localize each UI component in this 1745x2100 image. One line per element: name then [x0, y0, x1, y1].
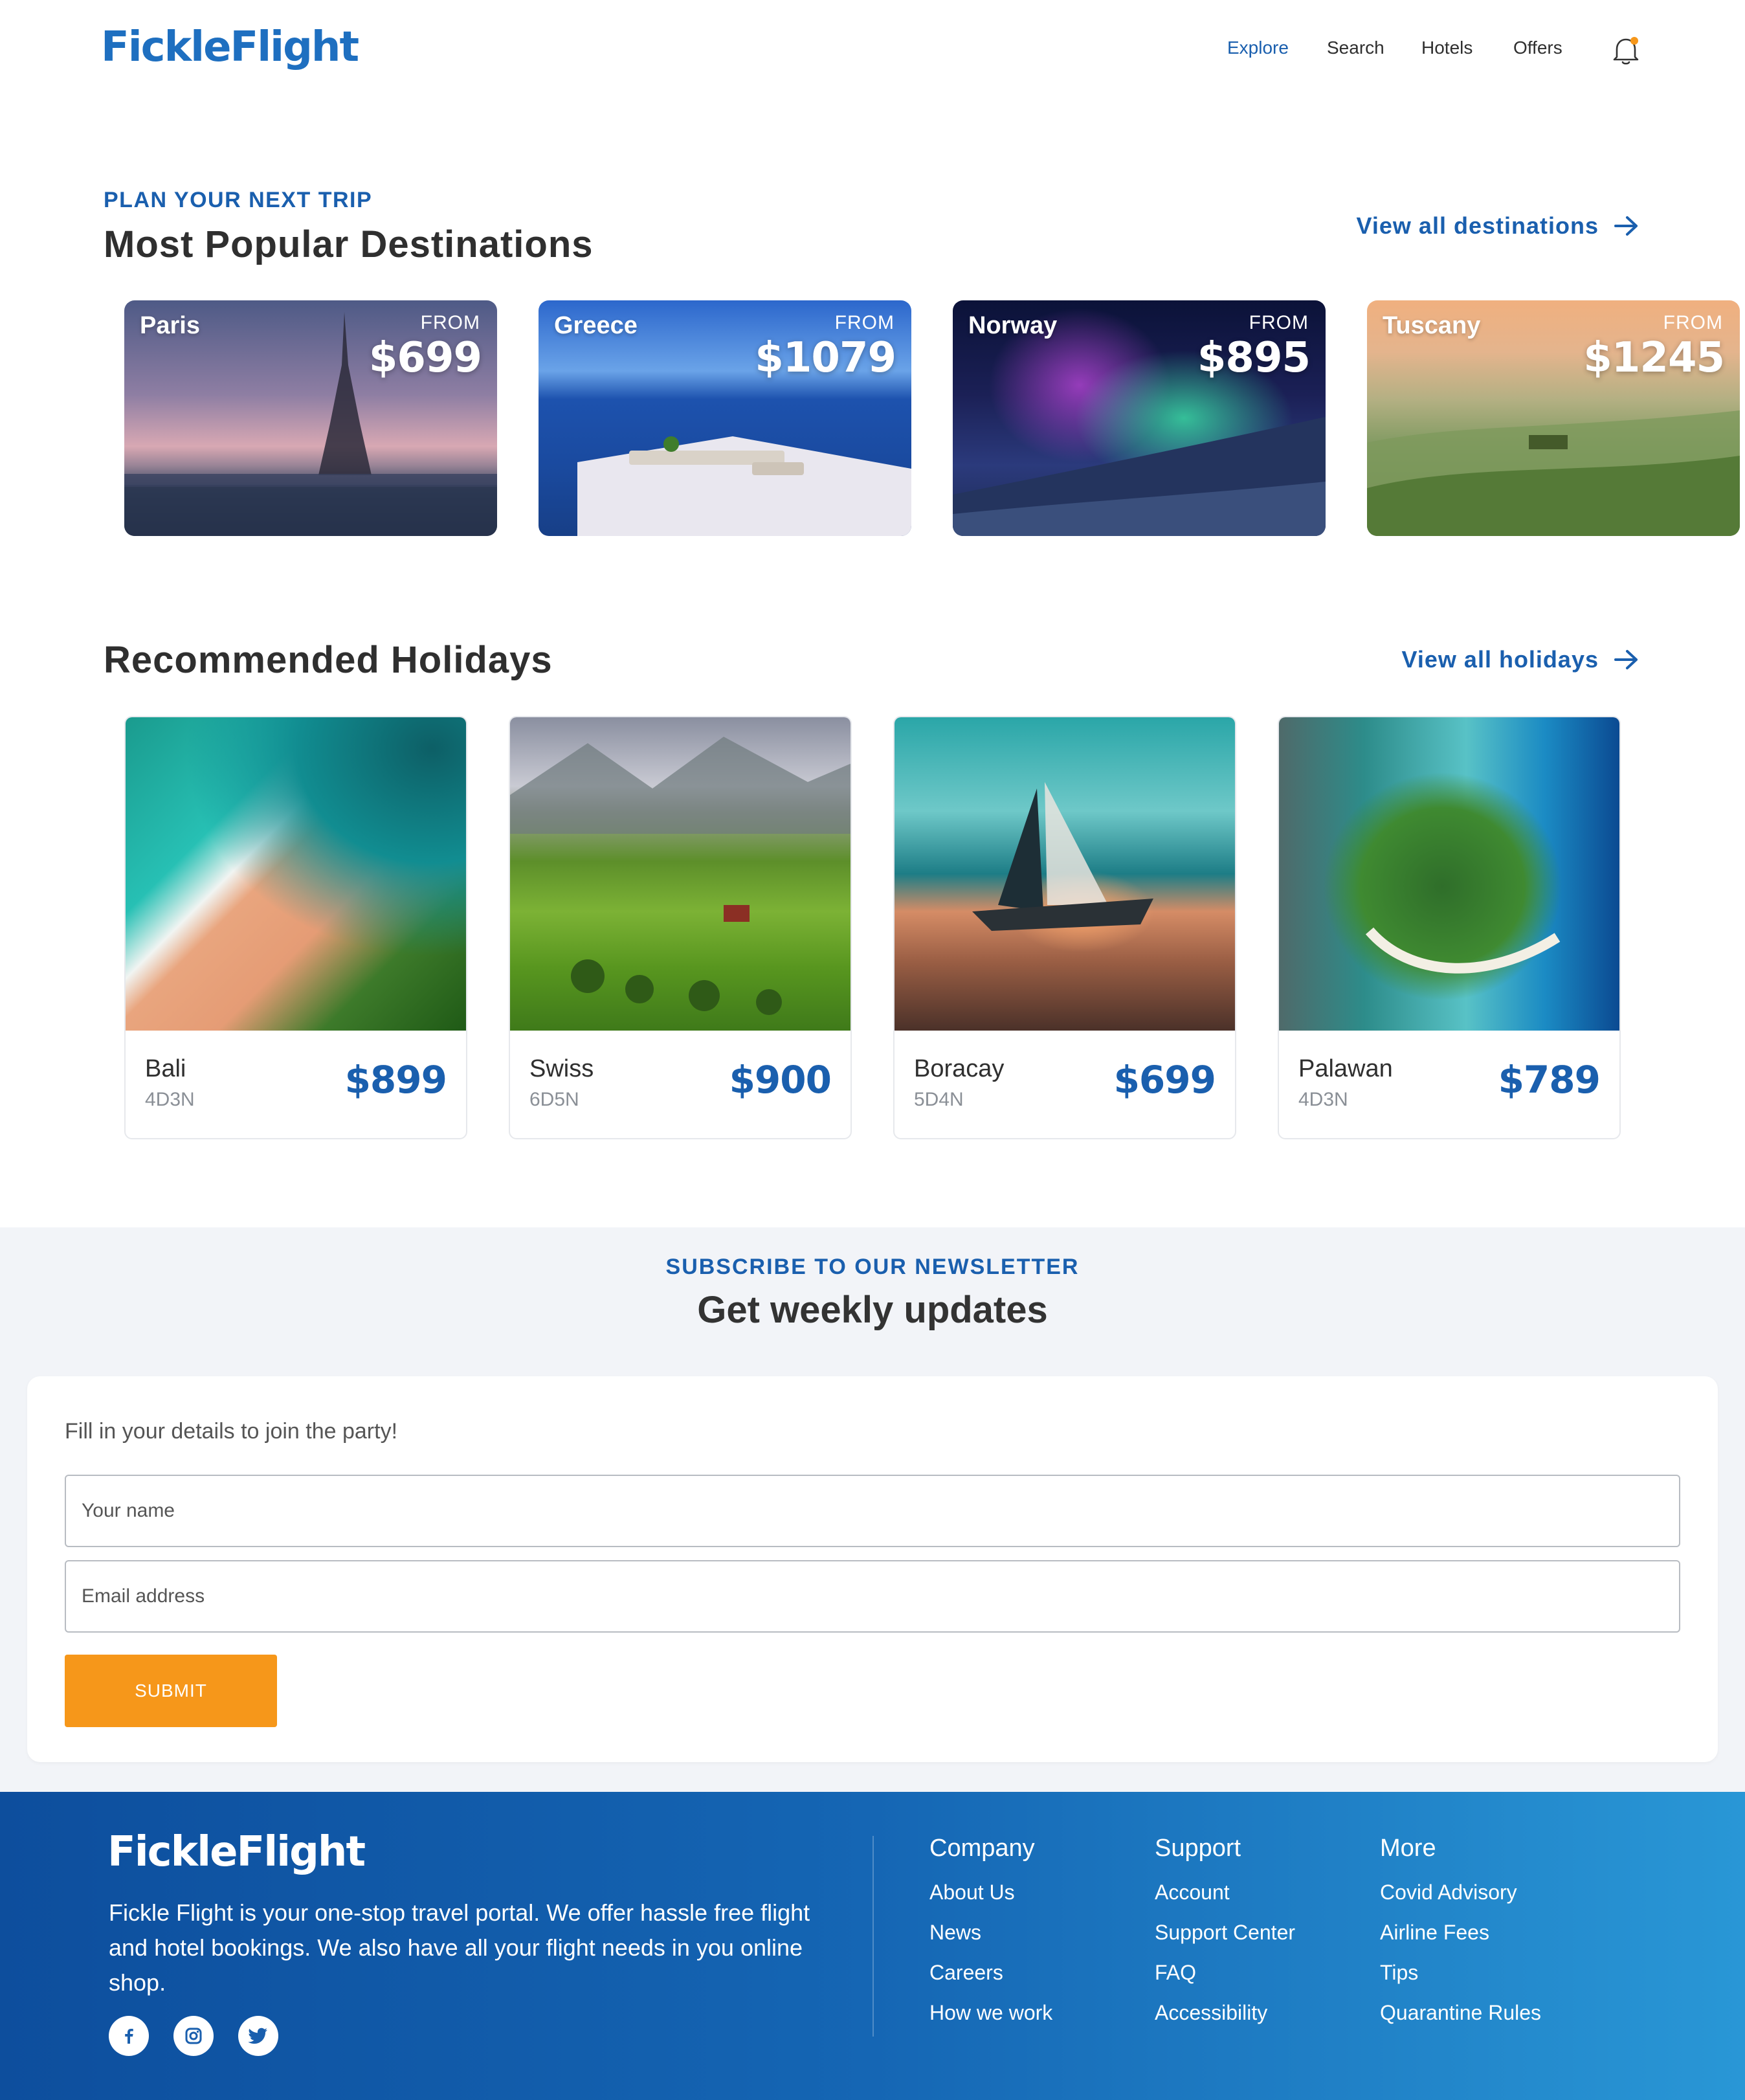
holiday-card-palawan[interactable]: Palawan 4D3N $789 — [1278, 716, 1621, 1139]
twitter-icon — [248, 2027, 267, 2044]
footer-link-about-us[interactable]: About Us — [929, 1881, 1052, 1921]
holiday-name: Bali — [145, 1055, 186, 1082]
footer-link-covid-advisory[interactable]: Covid Advisory — [1380, 1881, 1541, 1921]
footer-link-support-center[interactable]: Support Center — [1155, 1921, 1295, 1961]
footer-link-faq[interactable]: FAQ — [1155, 1961, 1295, 2001]
destination-price: $699 — [368, 334, 482, 382]
instagram-icon — [185, 2027, 202, 2044]
newsletter-section: SUBSCRIBE TO OUR NEWSLETTER Get weekly u… — [0, 1227, 1745, 1792]
submit-button[interactable]: SUBMIT — [65, 1655, 277, 1727]
holiday-name: Boracay — [914, 1055, 1005, 1082]
holiday-card-swiss[interactable]: Swiss 6D5N $900 — [509, 716, 852, 1139]
top-header: FickleFlight Explore Search Hotels Offer… — [0, 0, 1745, 104]
destination-price: $1245 — [1583, 334, 1725, 382]
destination-card-tuscany[interactable]: Tuscany FROM $1245 — [1367, 300, 1740, 536]
from-label: FROM — [1663, 312, 1723, 333]
destination-card-paris[interactable]: Paris FROM $699 — [124, 300, 497, 536]
holiday-duration: 5D4N — [914, 1089, 964, 1110]
footer-link-careers[interactable]: Careers — [929, 1961, 1052, 2001]
holiday-price: $900 — [729, 1058, 832, 1102]
destination-card-norway[interactable]: Norway FROM $895 — [953, 300, 1326, 536]
destination-card-greece[interactable]: Greece FROM $1079 — [539, 300, 911, 536]
destination-price: $1079 — [755, 334, 896, 382]
email-input[interactable] — [65, 1560, 1680, 1633]
facebook-icon — [125, 2029, 133, 2044]
nav-explore[interactable]: Explore — [1227, 38, 1289, 58]
holiday-image — [895, 717, 1235, 1031]
footer-link-quarantine-rules[interactable]: Quarantine Rules — [1380, 2001, 1541, 2041]
holiday-name: Palawan — [1298, 1055, 1393, 1082]
destination-name: Norway — [968, 312, 1058, 339]
footer-link-airline-fees[interactable]: Airline Fees — [1380, 1921, 1541, 1961]
footer-column-title: Support — [1155, 1835, 1241, 1862]
footer-column-support: Support Account Support Center FAQ Acces… — [1155, 1835, 1295, 2041]
twitter-button[interactable] — [238, 2016, 278, 2056]
arrow-right-icon — [1614, 650, 1638, 669]
newsletter-title: Get weekly updates — [697, 1289, 1048, 1331]
holiday-image — [1279, 717, 1619, 1031]
footer-column-title: Company — [929, 1835, 1035, 1862]
destination-price: $895 — [1197, 334, 1311, 382]
notification-dot — [1630, 37, 1638, 45]
newsletter-form: Fill in your details to join the party! … — [27, 1376, 1718, 1762]
holiday-price: $789 — [1498, 1058, 1601, 1102]
view-all-destinations-label: View all destinations — [1356, 212, 1599, 239]
footer: FickleFlight Fickle Flight is your one-s… — [0, 1792, 1745, 2100]
view-all-destinations-link[interactable]: View all destinations — [1357, 212, 1640, 240]
holiday-image — [510, 717, 850, 1031]
destinations-eyebrow: PLAN YOUR NEXT TRIP — [104, 188, 373, 212]
holiday-price: $899 — [344, 1058, 447, 1102]
footer-divider — [873, 1836, 874, 2037]
holiday-card-boracay[interactable]: Boracay 5D4N $699 — [893, 716, 1236, 1139]
nav-offers[interactable]: Offers — [1513, 38, 1562, 58]
nav-hotels[interactable]: Hotels — [1421, 38, 1473, 58]
footer-column-more: More Covid Advisory Airline Fees Tips Qu… — [1380, 1835, 1541, 2041]
destinations-title: Most Popular Destinations — [104, 223, 594, 265]
from-label: FROM — [834, 312, 895, 333]
logo[interactable]: FickleFlight — [101, 23, 359, 71]
footer-link-tips[interactable]: Tips — [1380, 1961, 1541, 2001]
view-all-holidays-label: View all holidays — [1401, 646, 1599, 673]
holiday-price: $699 — [1113, 1058, 1216, 1102]
form-intro: Fill in your details to join the party! — [65, 1419, 398, 1444]
newsletter-eyebrow: SUBSCRIBE TO OUR NEWSLETTER — [665, 1255, 1080, 1279]
footer-logo[interactable]: FickleFlight — [107, 1828, 366, 1876]
footer-link-news[interactable]: News — [929, 1921, 1052, 1961]
view-all-holidays-link[interactable]: View all holidays — [1402, 646, 1640, 673]
destination-name: Paris — [140, 312, 200, 339]
destination-name: Greece — [554, 312, 638, 339]
footer-link-how-we-work[interactable]: How we work — [929, 2001, 1052, 2041]
from-label: FROM — [420, 312, 480, 333]
holiday-duration: 6D5N — [529, 1089, 579, 1110]
instagram-button[interactable] — [173, 2016, 214, 2056]
bell-icon — [1613, 37, 1639, 65]
from-label: FROM — [1249, 312, 1309, 333]
footer-column-title: More — [1380, 1835, 1436, 1862]
nav-search[interactable]: Search — [1327, 38, 1384, 58]
notification-button[interactable] — [1608, 32, 1644, 69]
footer-description: Fickle Flight is your one-stop travel po… — [109, 1899, 810, 1996]
holiday-duration: 4D3N — [145, 1089, 195, 1110]
holidays-title: Recommended Holidays — [104, 639, 553, 681]
facebook-button[interactable] — [109, 2016, 149, 2056]
holiday-name: Swiss — [529, 1055, 594, 1082]
name-input[interactable] — [65, 1475, 1680, 1547]
destination-name: Tuscany — [1383, 312, 1481, 339]
holiday-card-bali[interactable]: Bali 4D3N $899 — [124, 716, 467, 1139]
footer-link-accessibility[interactable]: Accessibility — [1155, 2001, 1295, 2041]
footer-column-company: Company About Us News Careers How we wor… — [929, 1835, 1052, 2041]
holiday-duration: 4D3N — [1298, 1089, 1348, 1110]
footer-link-account[interactable]: Account — [1155, 1881, 1295, 1921]
arrow-right-icon — [1614, 216, 1638, 236]
holiday-image — [126, 717, 466, 1031]
